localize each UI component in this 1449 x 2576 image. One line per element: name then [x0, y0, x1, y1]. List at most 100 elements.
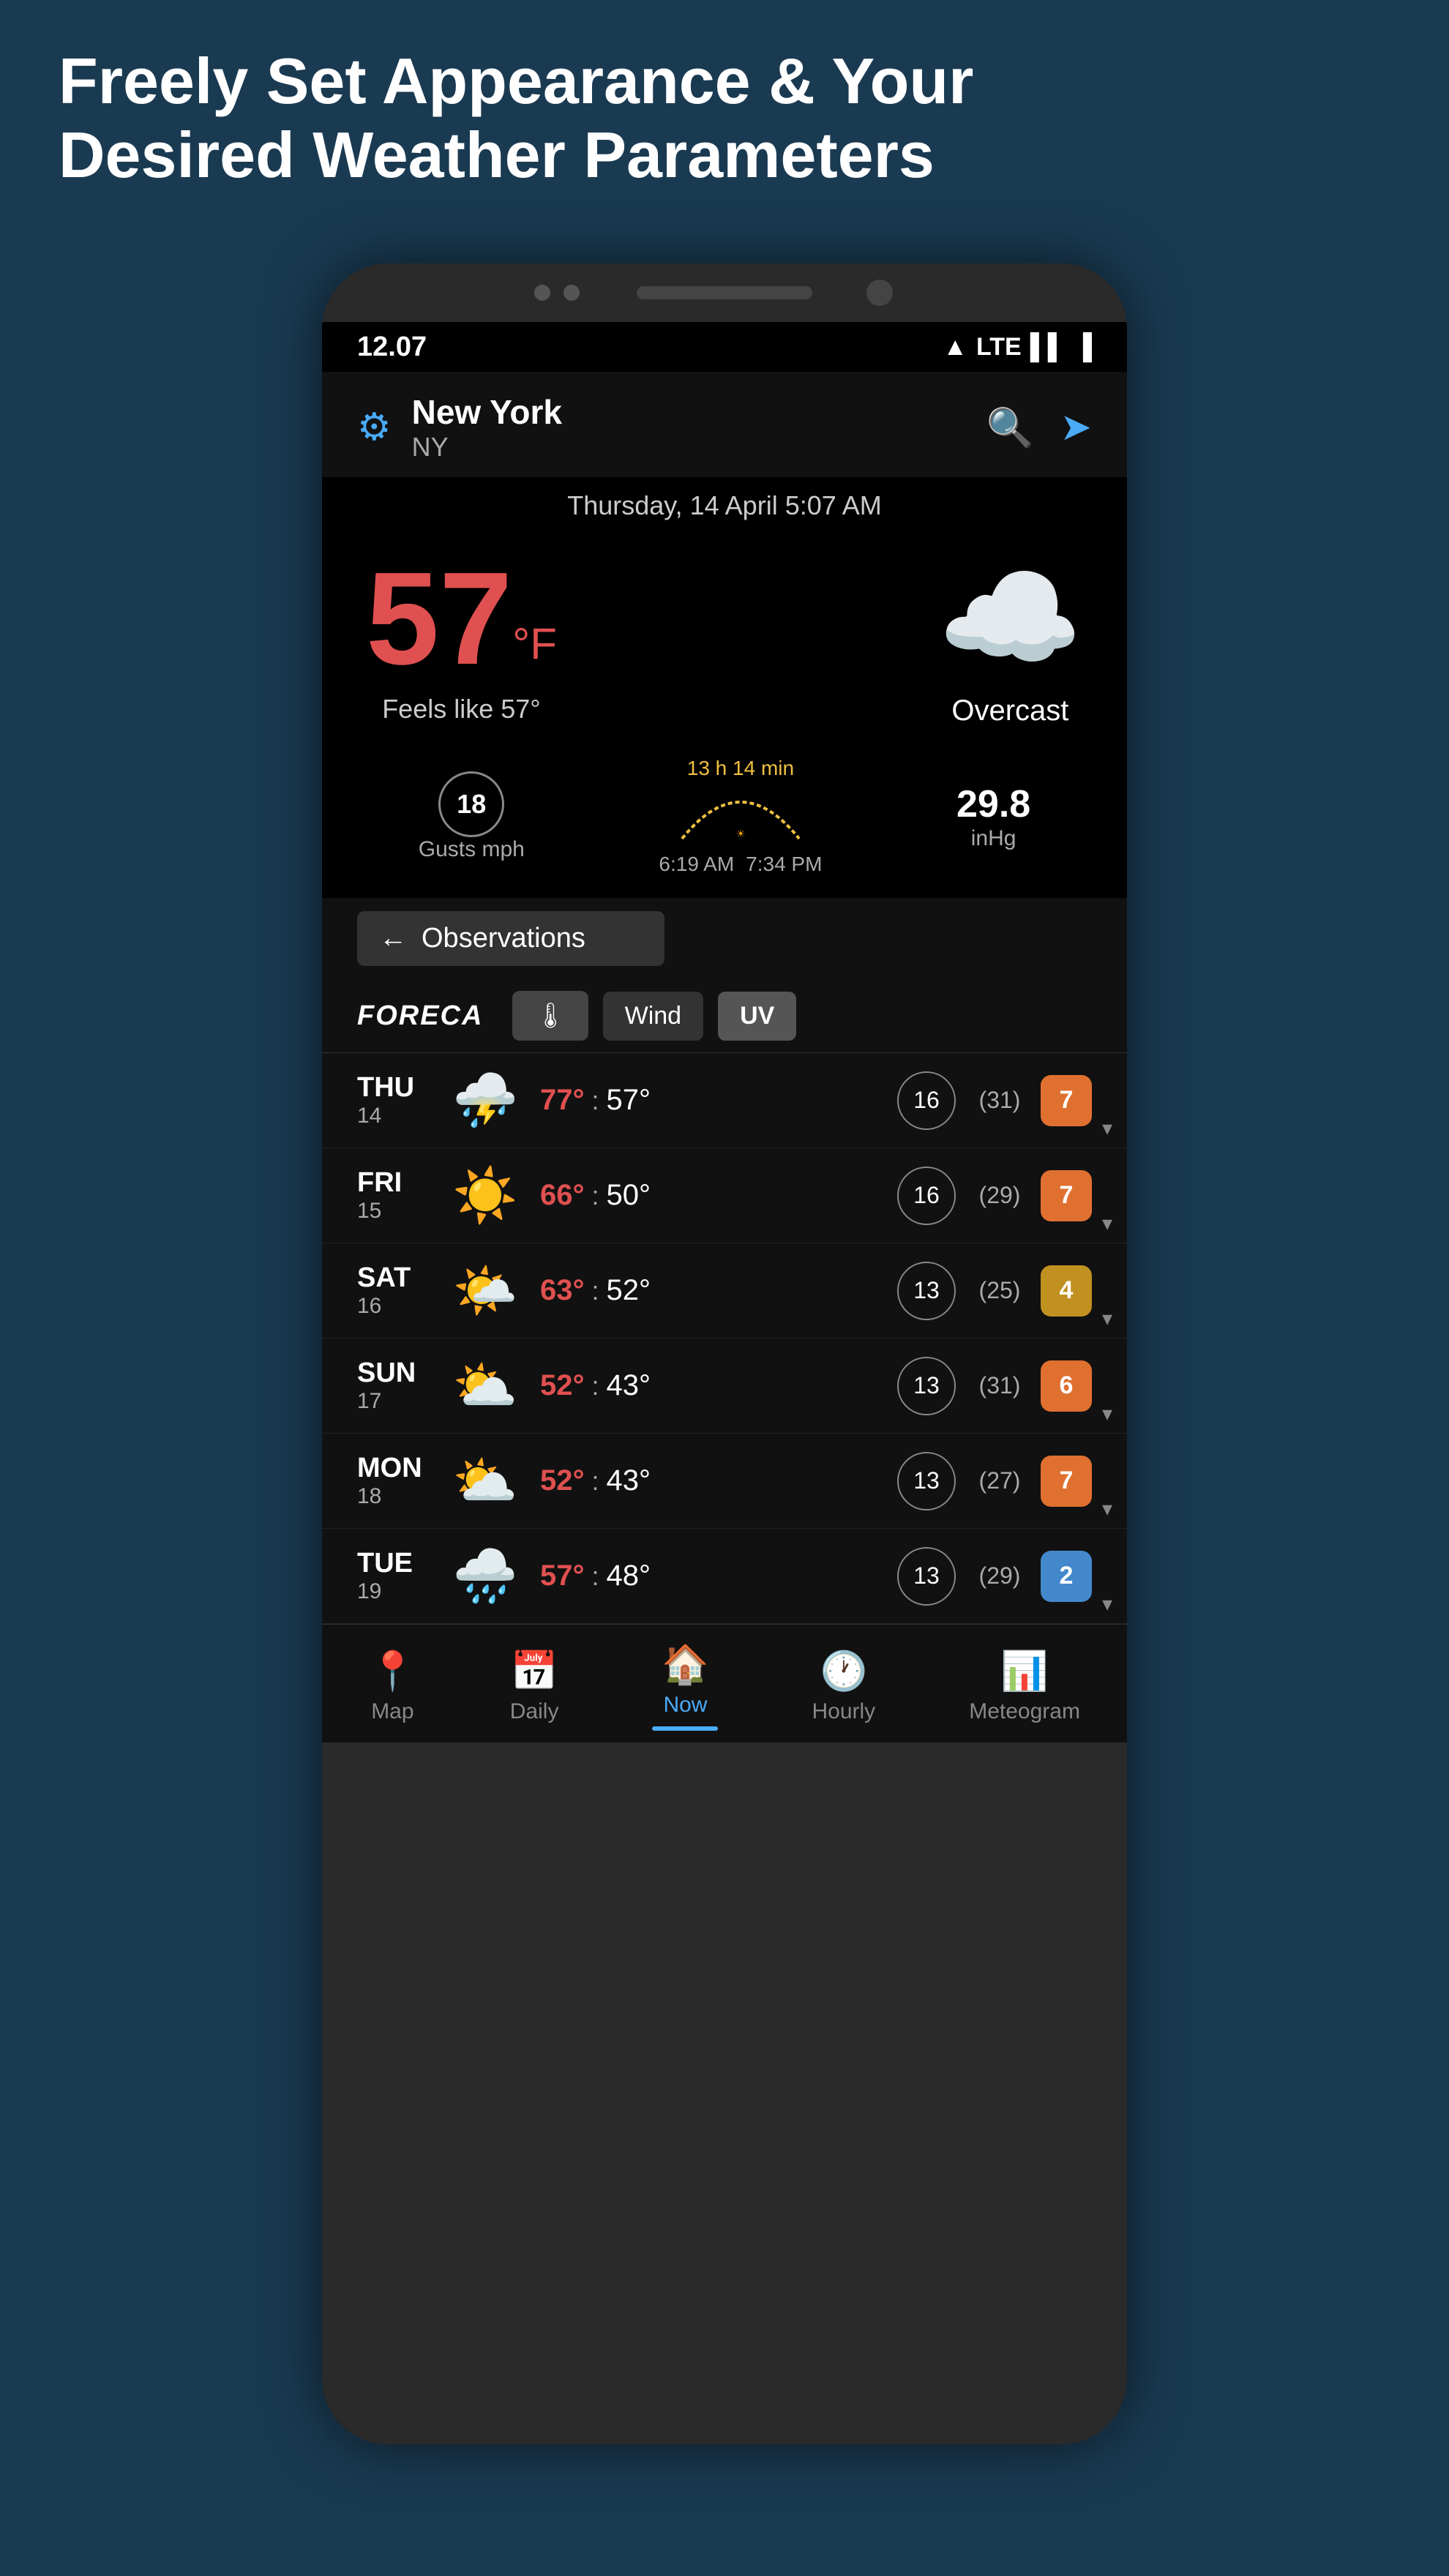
dot-1 [534, 285, 550, 301]
forecast-day: MON 18 [357, 1453, 445, 1509]
wind-gust: (25) [970, 1277, 1029, 1304]
nav-icon-hourly: 🕐 [820, 1649, 867, 1693]
pressure-value: 29.8 [956, 782, 1030, 826]
chevron-down-icon: ▾ [1102, 1497, 1112, 1521]
wind-filter-tab[interactable]: Wind [603, 992, 703, 1041]
phone-speaker [637, 286, 812, 299]
observations-row: ← Observations [322, 898, 1127, 979]
phone-bottom-bar [322, 1742, 1127, 1801]
page-title: Freely Set Appearance & Your Desired Wea… [59, 44, 1390, 192]
status-time: 12.07 [357, 332, 427, 363]
nav-icon-map: 📍 [369, 1649, 416, 1693]
signal-icon: ▌▌ [1030, 333, 1066, 362]
nav-item-daily[interactable]: 📅 Daily [510, 1649, 559, 1724]
high-temp: 77° [540, 1084, 585, 1117]
nav-label: Map [371, 1699, 413, 1724]
forecast-temps: 52° : 43° [540, 1464, 883, 1497]
wind-gust: (31) [970, 1087, 1029, 1114]
nav-label: Meteogram [969, 1699, 1080, 1724]
nav-item-meteogram[interactable]: 📊 Meteogram [969, 1649, 1080, 1724]
navigation-icon[interactable]: ➤ [1060, 405, 1092, 450]
battery-icon: ▐ [1074, 333, 1092, 362]
low-temp: 48° [607, 1560, 651, 1592]
weather-condition: Overcast [937, 694, 1083, 727]
uv-filter-tab[interactable]: UV [718, 992, 796, 1041]
nav-item-now[interactable]: 🏠 Now [652, 1642, 718, 1731]
wind-speed-circle: 13 [897, 1547, 956, 1606]
nav-active-indicator [652, 1726, 718, 1731]
high-temp: 57° [540, 1560, 585, 1592]
forecast-day: FRI 15 [357, 1167, 445, 1224]
uv-index-badge: 7 [1041, 1075, 1092, 1126]
pressure-detail: 29.8 inHg [956, 782, 1030, 851]
forecast-temps: 77° : 57° [540, 1084, 883, 1117]
duration-text: 13 h 14 min [659, 757, 822, 780]
date-display: Thursday, 14 April 5:07 AM [322, 477, 1127, 528]
forecast-row[interactable]: TUE 19 🌧️ 57° : 48° 13 (29) 2 ▾ [322, 1529, 1127, 1624]
forecast-weather-icon: 🌧️ [445, 1545, 525, 1607]
wind-speed-circle: 13 [897, 1262, 956, 1320]
nav-icon-daily: 📅 [511, 1649, 558, 1693]
low-temp: 50° [607, 1179, 651, 1212]
forecast-day: SAT 16 [357, 1262, 445, 1319]
observations-button[interactable]: ← Observations [357, 911, 664, 966]
forecast-row[interactable]: SUN 17 ⛅ 52° : 43° 13 (31) 6 ▾ [322, 1338, 1127, 1434]
weather-icon: ☁️ [937, 550, 1083, 687]
nav-item-map[interactable]: 📍 Map [369, 1649, 416, 1724]
forecast-weather-icon: 🌤️ [445, 1259, 525, 1322]
svg-text:☀: ☀ [736, 828, 746, 839]
wind-gust: (31) [970, 1372, 1029, 1399]
phone-shell: 12.07 ▲ LTE ▌▌ ▐ ⚙ New York NY 🔍 ➤ [322, 263, 1127, 2444]
wifi-icon: ▲ [943, 333, 967, 362]
filter-bar: FORECA 🌡 Wind UV [322, 979, 1127, 1053]
chevron-down-icon: ▾ [1102, 1592, 1112, 1616]
observations-label: Observations [422, 923, 585, 954]
uv-index-badge: 7 [1041, 1170, 1092, 1221]
gust-circle: 18 [438, 771, 504, 837]
wind-speed-circle: 13 [897, 1452, 956, 1510]
high-temp: 66° [540, 1179, 585, 1212]
high-temp: 52° [540, 1369, 585, 1402]
status-bar: 12.07 ▲ LTE ▌▌ ▐ [322, 322, 1127, 372]
sun-arc-chart: ☀ [675, 780, 806, 846]
forecast-temps: 57° : 48° [540, 1560, 883, 1592]
temperature-value: 57 [366, 545, 512, 692]
nav-icon-now: 🏠 [662, 1642, 709, 1687]
wind-speed-circle: 16 [897, 1167, 956, 1225]
lte-label: LTE [976, 333, 1022, 362]
temperature-unit: °F [512, 620, 557, 669]
wind-gust: (29) [970, 1562, 1029, 1590]
forecast-row[interactable]: SAT 16 🌤️ 63° : 52° 13 (25) 4 ▾ [322, 1243, 1127, 1338]
search-icon[interactable]: 🔍 [986, 405, 1034, 450]
low-temp: 52° [607, 1274, 651, 1307]
low-temp: 57° [607, 1084, 651, 1117]
forecast-row[interactable]: FRI 15 ☀️ 66° : 50° 16 (29) 7 ▾ [322, 1148, 1127, 1243]
forecast-weather-icon: ☀️ [445, 1164, 525, 1227]
chevron-down-icon: ▾ [1102, 1116, 1112, 1140]
forecast-row[interactable]: THU 14 ⛈️ 77° : 57° 16 (31) 7 ▾ [322, 1053, 1127, 1148]
low-temp: 43° [607, 1464, 651, 1497]
sunrise-time: 6:19 AM [659, 853, 734, 876]
pressure-unit: inHg [956, 826, 1030, 851]
nav-item-hourly[interactable]: 🕐 Hourly [812, 1649, 875, 1724]
forecast-temps: 52° : 43° [540, 1369, 883, 1402]
settings-icon[interactable]: ⚙ [357, 405, 392, 449]
status-icons: ▲ LTE ▌▌ ▐ [943, 333, 1092, 362]
gusts-detail: 18 Gusts mph [419, 771, 525, 862]
uv-index-badge: 2 [1041, 1551, 1092, 1602]
forecast-temps: 66° : 50° [540, 1179, 883, 1212]
temp-filter-tab[interactable]: 🌡 [512, 991, 588, 1041]
phone-top-bar [322, 263, 1127, 322]
nav-icon-meteogram: 📊 [1001, 1649, 1049, 1693]
high-temp: 52° [540, 1464, 585, 1497]
detail-row: 18 Gusts mph 13 h 14 min ☀ 6:19 AM 7:34 … [322, 742, 1127, 898]
city-name: New York [412, 392, 562, 432]
phone-screen: 12.07 ▲ LTE ▌▌ ▐ ⚙ New York NY 🔍 ➤ [322, 322, 1127, 1742]
forecast-temps: 63° : 52° [540, 1274, 883, 1307]
chevron-down-icon: ▾ [1102, 1401, 1112, 1426]
forecast-row[interactable]: MON 18 ⛅ 52° : 43° 13 (27) 7 ▾ [322, 1434, 1127, 1529]
forecast-day: THU 14 [357, 1072, 445, 1128]
sunset-time: 7:34 PM [746, 853, 822, 876]
sunrise-sunset: 13 h 14 min ☀ 6:19 AM 7:34 PM [659, 757, 822, 876]
nav-label: Daily [510, 1699, 559, 1724]
